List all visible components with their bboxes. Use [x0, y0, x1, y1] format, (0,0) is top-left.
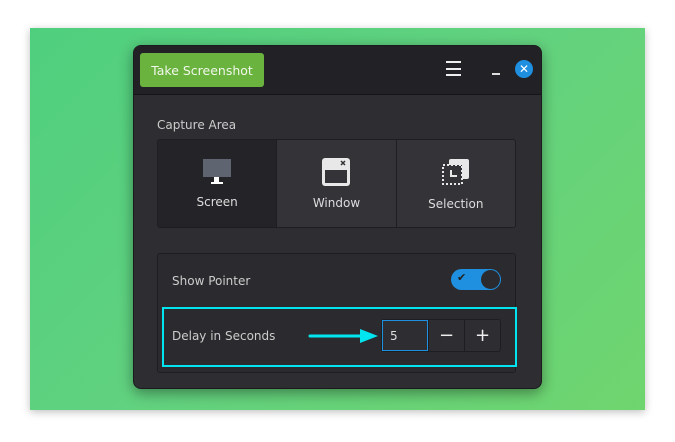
delay-input[interactable]: 5	[382, 320, 428, 351]
capture-window-label: Window	[312, 195, 361, 210]
window-icon	[322, 157, 351, 186]
decrease-button[interactable]: −	[428, 320, 464, 351]
check-icon: ✔	[457, 271, 467, 284]
show-pointer-toggle[interactable]: ✔	[451, 269, 501, 290]
capture-selection-label: Selection	[428, 196, 484, 211]
capture-screen-label: Screen	[196, 194, 238, 209]
increase-button[interactable]: +	[464, 320, 500, 351]
arrow-annotation-icon	[308, 329, 378, 343]
monitor-icon	[203, 158, 232, 184]
capture-area-selector: Screen Window Selection	[157, 139, 516, 228]
capture-window-option[interactable]: Window	[276, 140, 396, 227]
capture-screen-option[interactable]: Screen	[158, 140, 277, 227]
delay-spinner: 5 − +	[381, 319, 501, 352]
capture-selection-option[interactable]: Selection	[395, 140, 515, 227]
delay-label: Delay in Seconds	[172, 329, 276, 343]
selection-icon	[441, 158, 469, 185]
show-pointer-label: Show Pointer	[172, 274, 251, 288]
capture-area-label: Capture Area	[157, 118, 237, 132]
